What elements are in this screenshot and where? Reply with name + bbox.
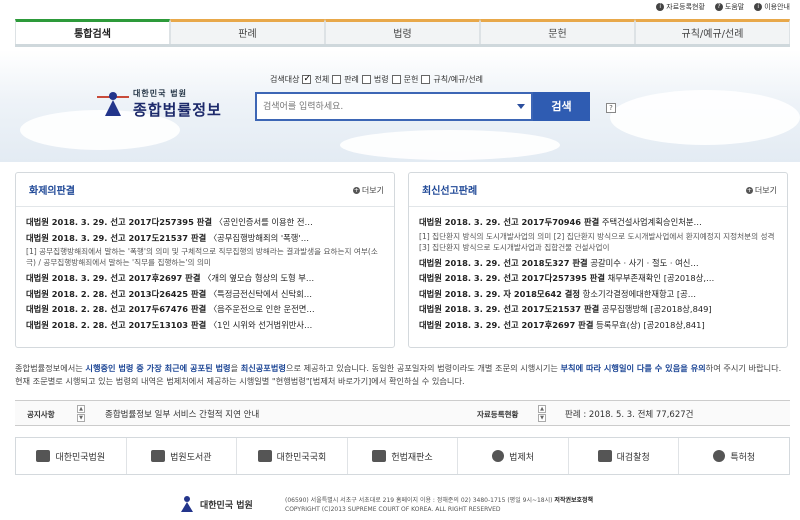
list-item[interactable]: 대법원 2018. 3. 29. 선고 2017두70946 판결 주택건설사업… (419, 215, 777, 231)
list-item[interactable]: 대법원 2018. 2. 28. 선고 2017도13103 판결 〈1인 시위… (26, 318, 384, 334)
list-item[interactable]: 대법원 2018. 3. 29. 자 2018모642 결정 항소기각결정에대한… (419, 287, 777, 303)
site-logo[interactable]: 대한민국 법원 종합법률정보 (97, 88, 222, 120)
arrow-up-icon[interactable]: ▲ (538, 405, 546, 413)
list-item[interactable]: 대법원 2018. 2. 28. 선고 2013다26425 판결 〈특정금전신… (26, 287, 384, 303)
assembly-icon (257, 450, 272, 462)
info-icon: i (656, 3, 665, 11)
related-sites: 대한민국법원 법원도서관 대한민국국회 헌법재판소 법제처 대검찰청 특허청 (15, 437, 790, 475)
list-item[interactable]: 대법원 2018. 3. 29. 선고 2017다257395 판결 채무부존재… (419, 271, 777, 287)
list-item[interactable]: 대법원 2018. 3. 29. 선고 2017후2697 판결 등록무효(상)… (419, 318, 777, 334)
cloud-decoration (340, 130, 560, 160)
tab-literature[interactable]: 문헌 (480, 19, 635, 44)
link-supreme-court[interactable]: 대한민국법원 (16, 438, 127, 474)
footer: 대한민국 법원 (06590) 서울특별시 서초구 서초대로 219 홈페이지 … (0, 490, 800, 520)
top-utility-bar: i 자료등록현황 ? 도움말 i 이용안내 (0, 0, 800, 15)
copyright: COPYRIGHT (C)2013 SUPREME COURT OF KOREA… (285, 506, 501, 513)
util-guide[interactable]: i 이용안내 (754, 2, 790, 12)
latest-judgments-panel: 최신선고판례 + 더보기 대법원 2018. 3. 29. 선고 2017두709… (408, 172, 788, 348)
more-link[interactable]: + 더보기 (352, 185, 384, 196)
arrow-down-icon[interactable]: ▼ (538, 414, 546, 422)
list-item[interactable]: 대법원 2018. 3. 29. 선고 2017도21537 판결 〈공무집행방… (26, 231, 384, 247)
list-item[interactable]: 대법원 2018. 3. 29. 선고 2017후2697 판결 〈개의 옆모습… (26, 271, 384, 287)
search-input[interactable] (257, 94, 497, 119)
info-icon: i (754, 3, 763, 11)
tab-precedents[interactable]: 판례 (170, 19, 325, 44)
data-status-label: 자료등록현황 (477, 410, 519, 419)
tab-integrated-search[interactable]: 통합검색 (15, 19, 170, 44)
scope-literature-checkbox[interactable] (391, 75, 401, 84)
help-icon[interactable]: ? (606, 103, 616, 113)
link-constitutional-court[interactable]: 헌법재판소 (348, 438, 459, 474)
logo-title: 종합법률정보 (133, 101, 222, 119)
search-scope: 검색대상 전체 판례 법령 문헌 규칙/예규/선례 (270, 74, 483, 85)
prosecution-icon (597, 450, 612, 462)
court-building-icon (36, 450, 51, 462)
scope-label: 검색대상 (270, 75, 300, 84)
constitutional-court-icon (372, 450, 387, 462)
tab-statutes[interactable]: 법령 (325, 19, 480, 44)
list-item[interactable]: 대법원 2018. 3. 29. 선고 2017도21537 판결 공무집행방해… (419, 302, 777, 318)
util-data-status[interactable]: i 자료등록현황 (656, 2, 705, 12)
help-icon: ? (714, 3, 723, 11)
panel-title: 최신선고판례 (422, 186, 478, 197)
book-icon (151, 450, 166, 462)
search-button[interactable]: 검색 (533, 92, 590, 121)
list-item-summary: [1] 집단환지 방식의 도시개발사업의 의미 [2] 집단환지 방식으로 도시… (419, 231, 775, 252)
link-national-assembly[interactable]: 대한민국국회 (237, 438, 348, 474)
link-court-library[interactable]: 법원도서관 (127, 438, 238, 474)
notice-bar: 공지사항 ▲ ▼ 종합법률정보 일부 서비스 간헐적 지연 안내 자료등록현황 ▲… (15, 400, 790, 426)
link-prosecution[interactable]: 대검찰청 (569, 438, 680, 474)
scope-statute-checkbox[interactable] (361, 75, 371, 84)
court-emblem-icon (97, 90, 129, 118)
list-item[interactable]: 대법원 2018. 3. 29. 선고 2018도327 판결 공갈미수 · 사… (419, 256, 777, 272)
court-emblem-icon (178, 496, 196, 512)
privacy-policy-link[interactable]: 저작권보호정책 (554, 497, 593, 504)
search-box (255, 92, 533, 121)
link-moleg[interactable]: 법제처 (458, 438, 569, 474)
plus-icon: + (745, 187, 753, 194)
notice-nav: ▲ ▼ (77, 405, 85, 422)
link-kipo[interactable]: 특허청 (679, 438, 789, 474)
scope-all-checkbox[interactable] (302, 74, 312, 84)
notice-label: 공지사항 (27, 410, 55, 419)
statute-notice: 종합법률정보에서는 시행중인 법령 중 가장 최근에 공포된 법령을 최신공포법… (15, 363, 782, 386)
arrow-down-icon[interactable]: ▼ (77, 414, 85, 422)
featured-judgments-panel: 화제의판결 + 더보기 대법원 2018. 3. 29. 선고 2017다2573… (15, 172, 395, 348)
arrow-up-icon[interactable]: ▲ (77, 405, 85, 413)
tab-rules[interactable]: 규칙/예규/선례 (635, 19, 790, 44)
utility-links: i 자료등록현황 ? 도움말 i 이용안내 (656, 2, 790, 12)
logo-subtitle: 대한민국 법원 (133, 89, 187, 98)
util-help[interactable]: ? 도움말 (714, 2, 744, 12)
data-status-text: 판례 : 2018. 5. 3. 전체 77,627건 (565, 410, 694, 420)
more-link[interactable]: + 더보기 (745, 185, 777, 196)
panel-title: 화제의판결 (29, 186, 75, 197)
footer-address: (06590) 서울특별시 서초구 서초대로 219 홈페이지 이용 : 정해준… (285, 497, 594, 513)
taegeuk-icon (492, 450, 505, 462)
scope-rules-checkbox[interactable] (421, 75, 431, 84)
list-item[interactable]: 대법원 2018. 3. 29. 선고 2017다257395 판결 〈공인인증… (26, 215, 384, 231)
scope-precedent-checkbox[interactable] (332, 75, 342, 84)
data-status-nav: ▲ ▼ (538, 405, 546, 422)
chevron-down-icon[interactable] (517, 104, 525, 109)
plus-icon: + (352, 187, 360, 194)
list-item[interactable]: 대법원 2018. 2. 28. 선고 2017두67476 판결 〈음주운전으… (26, 302, 384, 318)
cloud-decoration (610, 90, 800, 145)
taegeuk-icon (713, 450, 726, 462)
footer-logo: 대한민국 법원 (178, 496, 253, 512)
list-item-summary: [1] 공무집행방해죄에서 말하는 '폭행'의 의미 및 구체적으로 직무집행의… (26, 247, 378, 267)
notice-text[interactable]: 종합법률정보 일부 서비스 간헐적 지연 안내 (105, 408, 259, 420)
main-tabs: 통합검색 판례 법령 문헌 규칙/예규/선례 (15, 19, 790, 47)
